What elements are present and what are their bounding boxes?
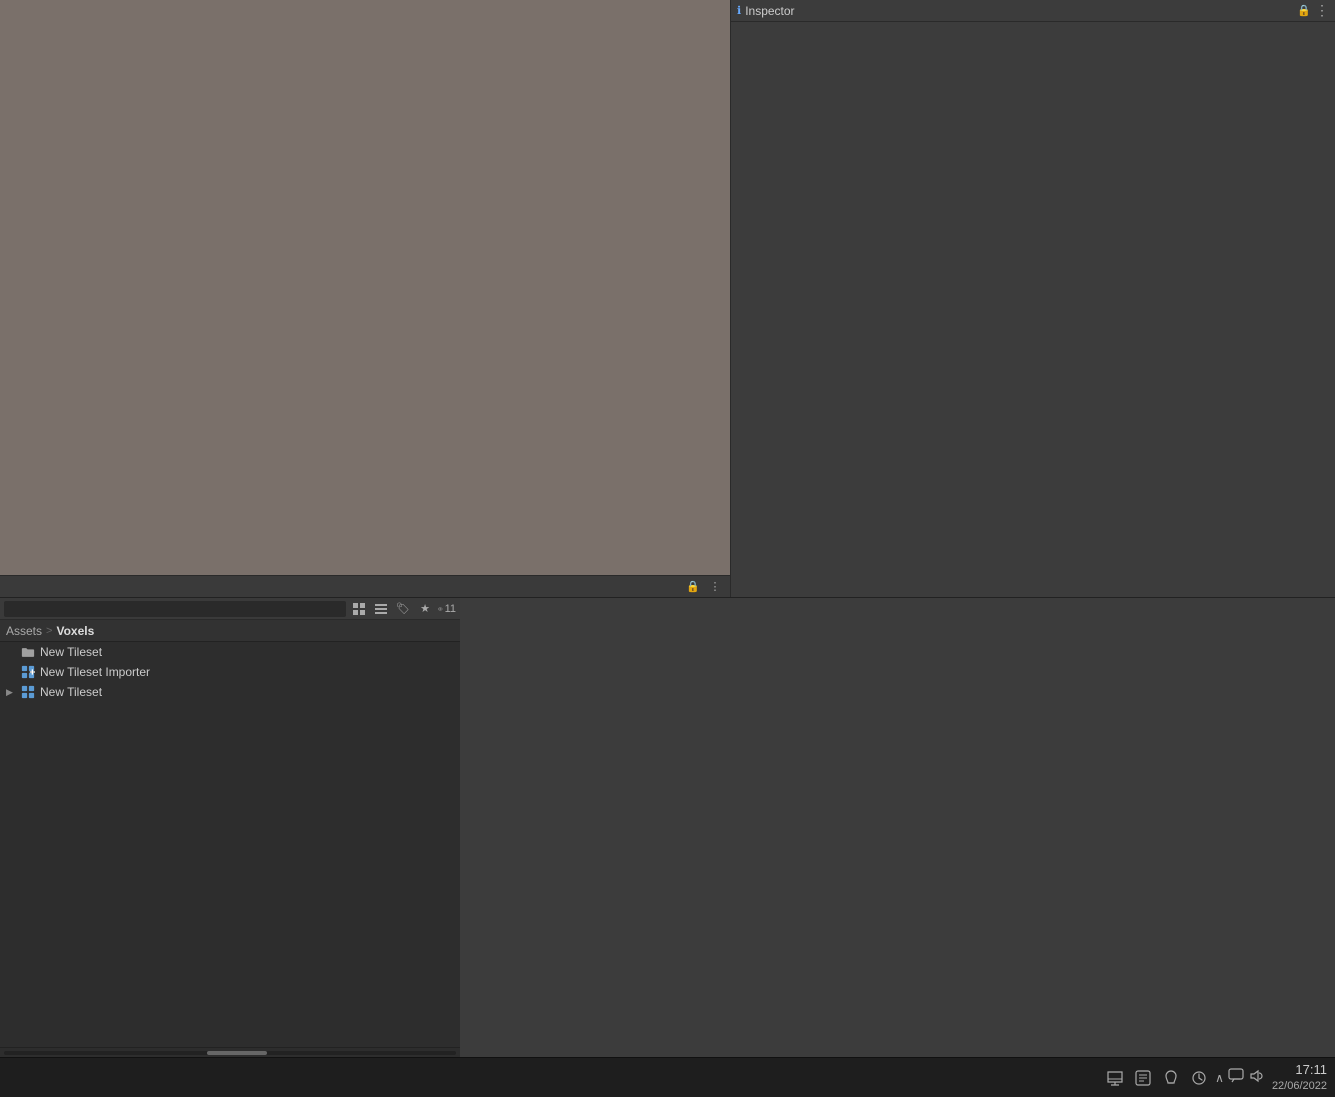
tray-volume[interactable] <box>1248 1068 1264 1087</box>
clock-time: 17:11 <box>1272 1062 1327 1079</box>
inspector-lock-icon[interactable]: 🔒 <box>1297 4 1311 17</box>
expand-arrow-3[interactable]: ▶ <box>6 687 16 698</box>
assets-count: 11 <box>445 603 456 615</box>
scene-panel: 🔒 ⋮ <box>0 0 730 597</box>
inspector-header: ℹ Inspector 🔒 ⋮ <box>731 0 1335 22</box>
taskbar-clock: 17:11 22/06/2022 <box>1272 1062 1327 1093</box>
breadcrumb: Assets > Voxels <box>0 620 460 642</box>
folder-icon-1 <box>20 644 36 660</box>
inspector-title: Inspector <box>745 4 794 18</box>
breadcrumb-assets[interactable]: Assets <box>6 624 42 638</box>
taskbar: ∧ 17:11 22/06/2022 <box>0 1057 1335 1097</box>
file-name-3: New Tileset <box>40 685 102 699</box>
inspector-title-icons: 🔒 ⋮ <box>1297 2 1329 19</box>
bottom-area: 🏷 ★ 11 Assets > Voxels <box>0 597 1335 1057</box>
list-item[interactable]: ▶ New Tileset <box>0 682 460 702</box>
main-container: 🔒 ⋮ ℹ Inspector 🔒 ⋮ <box>0 0 1335 1097</box>
taskbar-icon-3 <box>1161 1068 1181 1088</box>
assets-icon-eye[interactable]: 11 <box>438 600 456 618</box>
taskbar-icon-1 <box>1105 1068 1125 1088</box>
list-item[interactable]: New Tileset <box>0 642 460 662</box>
breadcrumb-voxels[interactable]: Voxels <box>56 624 94 638</box>
file-list: New Tileset New Tileset Impo <box>0 642 460 1047</box>
scroll-track[interactable] <box>4 1051 456 1055</box>
assets-search-input[interactable] <box>4 601 346 617</box>
inspector-body <box>731 22 1335 597</box>
scene-toolbar-more[interactable]: ⋮ <box>706 578 724 596</box>
taskbar-icon-2 <box>1133 1068 1153 1088</box>
tileset-icon-3 <box>20 684 36 700</box>
assets-panel: 🏷 ★ 11 Assets > Voxels <box>0 598 460 1057</box>
tileset-icon-2 <box>20 664 36 680</box>
file-name-1: New Tileset <box>40 645 102 659</box>
list-item[interactable]: New Tileset Importer <box>0 662 460 682</box>
inspector-info-icon: ℹ <box>737 4 741 17</box>
bottom-inspector <box>460 598 1335 1057</box>
inspector-panel: ℹ Inspector 🔒 ⋮ <box>730 0 1335 597</box>
clock-date: 22/06/2022 <box>1272 1079 1327 1093</box>
top-area: 🔒 ⋮ ℹ Inspector 🔒 ⋮ <box>0 0 1335 597</box>
taskbar-icon-4 <box>1189 1068 1209 1088</box>
scene-viewport <box>0 0 730 575</box>
file-name-2: New Tileset Importer <box>40 665 150 679</box>
inspector-title-left: ℹ Inspector <box>737 4 795 18</box>
scene-toolbar-lock[interactable]: 🔒 <box>684 578 702 596</box>
assets-toolbar: 🏷 ★ 11 <box>0 598 460 620</box>
assets-scrollbar[interactable] <box>0 1047 460 1057</box>
scroll-thumb[interactable] <box>207 1051 267 1055</box>
tray-chat <box>1228 1068 1244 1087</box>
tray-arrow[interactable]: ∧ <box>1215 1071 1224 1085</box>
assets-icon-list[interactable] <box>372 600 390 618</box>
taskbar-tray: ∧ <box>1215 1068 1264 1087</box>
assets-icon-star[interactable]: ★ <box>416 600 434 618</box>
taskbar-icons <box>1105 1068 1209 1088</box>
taskbar-system: ∧ 17:11 22/06/2022 <box>1215 1062 1327 1093</box>
inspector-more-icon[interactable]: ⋮ <box>1315 2 1329 19</box>
scene-toolbar: 🔒 ⋮ <box>0 575 730 597</box>
assets-icon-grid[interactable] <box>350 600 368 618</box>
breadcrumb-sep: > <box>46 625 52 637</box>
assets-icon-tag[interactable]: 🏷 <box>394 600 412 618</box>
